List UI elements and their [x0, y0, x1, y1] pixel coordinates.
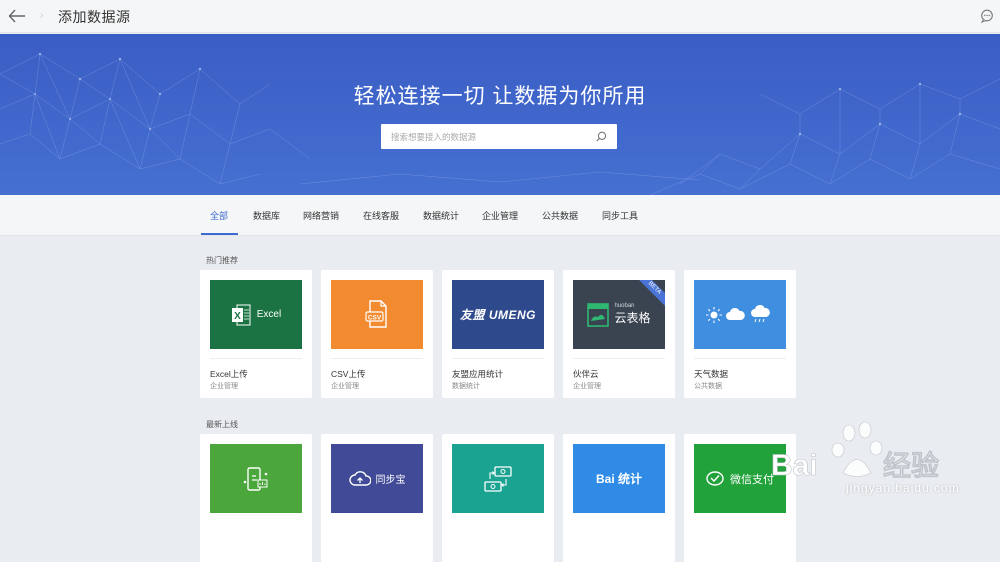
svg-text:CSV: CSV [368, 314, 382, 321]
card-category: 公共数据 [694, 383, 722, 390]
search-icon[interactable] [596, 131, 607, 142]
card-thumbnail: Bai 统计 [573, 444, 665, 513]
tab-sync-tools[interactable]: 同步工具 [602, 209, 638, 222]
card-thumbnail: huoban 云表格 BETA [573, 280, 665, 349]
section-title-hot: 热门推荐 [206, 256, 238, 265]
card-category: 数据统计 [452, 383, 480, 390]
tab-online-service[interactable]: 在线客服 [363, 209, 399, 222]
tab-data-statistics[interactable]: 数据统计 [423, 209, 459, 222]
sun-icon [706, 306, 722, 323]
card-name: 伙伴云 [573, 369, 599, 379]
tab-enterprise-management[interactable]: 企业管理 [482, 209, 518, 222]
card-thumbnail: X Excel [210, 280, 302, 349]
source-card-csv[interactable]: CSV CSV上传 企业管理 [321, 270, 433, 398]
card-category: 企业管理 [331, 383, 359, 390]
card-name: CSV上传 [331, 369, 366, 379]
csv-file-icon: CSV [365, 299, 387, 328]
baidu-jingyan-watermark: Bai 经验 [771, 421, 939, 482]
tab-public-data[interactable]: 公共数据 [542, 209, 578, 222]
excel-icon: X [231, 304, 251, 325]
wechat-pay-icon [706, 470, 724, 486]
card-thumbnail [452, 444, 544, 513]
card-thumbnail: CSV [331, 280, 423, 349]
active-tab-indicator [201, 233, 238, 235]
source-card-baidu-tongji[interactable]: Bai 统计 [563, 434, 675, 562]
section-title-new: 最新上线 [206, 420, 238, 429]
source-card-weather[interactable]: 天气数据 公共数据 [684, 270, 796, 398]
page-title: 添加数据源 [58, 9, 131, 25]
card-name: 天气数据 [694, 369, 729, 379]
back-arrow-icon[interactable] [8, 8, 26, 24]
tab-database[interactable]: 数据库 [253, 209, 280, 222]
source-card-mobile-app[interactable] [200, 434, 312, 562]
card-thumbnail: 同步宝 [331, 444, 423, 513]
hero-banner: 轻松连接一切 让数据为你所用 [0, 34, 1000, 195]
card-name: Excel上传 [210, 369, 248, 379]
card-thumbnail [210, 444, 302, 513]
card-name: 友盟应用统计 [452, 369, 504, 379]
svg-text:X: X [234, 311, 241, 322]
source-card-excel[interactable]: X Excel Excel上传 企业管理 [200, 270, 312, 398]
huoban-logo-icon [587, 302, 610, 327]
chat-icon[interactable] [980, 9, 994, 23]
svg-text:经验: 经验 [883, 449, 939, 482]
network-mesh-decoration [0, 34, 1000, 195]
category-tabs: 全部 数据库 网络营销 在线客服 数据统计 企业管理 公共数据 同步工具 [0, 195, 1000, 236]
card-category: 企业管理 [210, 383, 238, 390]
watermark-url: jingyan.baidu.com [846, 481, 960, 495]
svg-text:Bai: Bai [771, 449, 818, 482]
baidu-tongji-logo: Bai 统计 [595, 472, 642, 486]
rain-cloud-icon [751, 304, 770, 322]
mobile-data-icon [243, 466, 268, 491]
card-thumbnail: 友盟 UMENG [452, 280, 544, 349]
search-input[interactable] [381, 124, 591, 149]
card-thumbnail [694, 280, 786, 349]
money-transfer-icon [484, 465, 512, 492]
source-card-tongbubao[interactable]: 同步宝 [321, 434, 433, 562]
source-card-umeng[interactable]: 友盟 UMENG 友盟应用统计 数据统计 [442, 270, 554, 398]
top-bar: › 添加数据源 [0, 0, 1000, 33]
tab-all[interactable]: 全部 [210, 209, 228, 222]
card-category: 企业管理 [573, 383, 601, 390]
breadcrumb-separator: › [40, 10, 44, 21]
umeng-logo: 友盟 UMENG [459, 308, 536, 322]
cloud-upload-icon [348, 470, 371, 486]
hero-title: 轻松连接一切 让数据为你所用 [353, 85, 647, 108]
search-box [381, 124, 617, 149]
cloud-icon [726, 307, 745, 320]
tab-online-marketing[interactable]: 网络营销 [303, 209, 339, 222]
weather-icons [706, 304, 770, 323]
source-card-sync[interactable] [442, 434, 554, 562]
source-card-huoban[interactable]: huoban 云表格 BETA 伙伴云 企业管理 [563, 270, 675, 398]
